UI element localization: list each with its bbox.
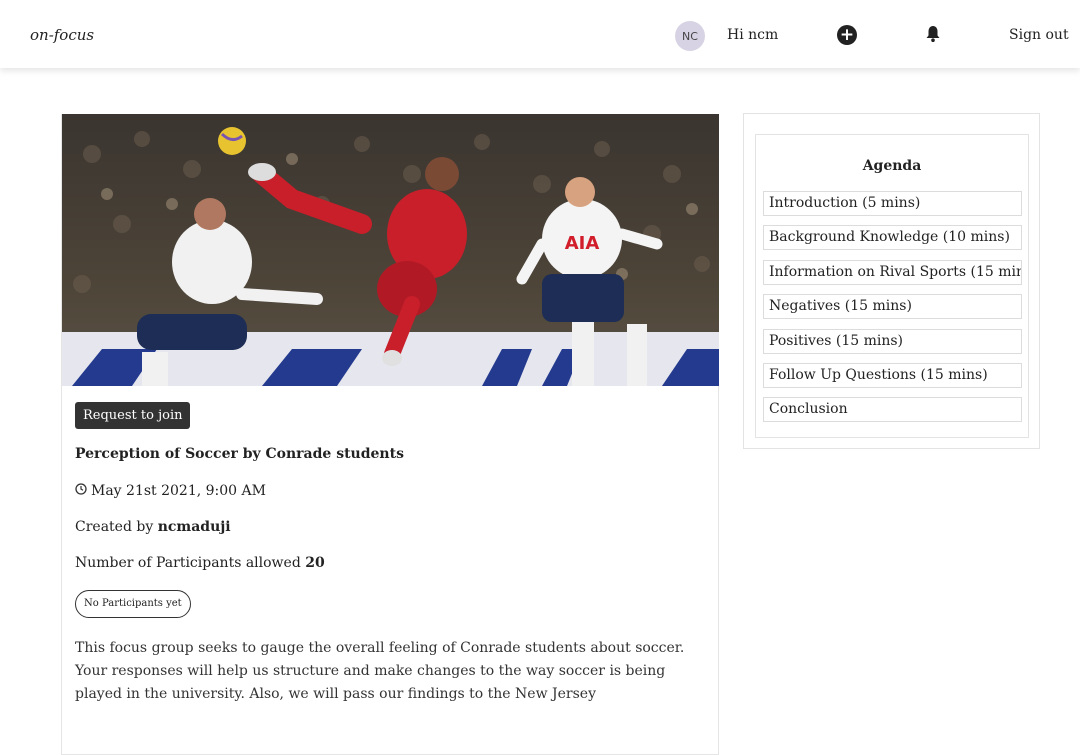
created-by-row: Created by ncmaduji	[75, 519, 231, 535]
top-navbar: on-focus NC Hi ncm + Sign out	[0, 0, 1080, 68]
plus-circle-icon[interactable]: +	[837, 25, 857, 45]
agenda-item: Background Knowledge (10 mins)	[763, 225, 1022, 251]
event-card: AIA Request to join Perception of Soccer…	[61, 114, 719, 755]
agenda-title: Agenda	[862, 158, 922, 174]
sign-out-link[interactable]: Sign out	[1009, 27, 1069, 43]
agenda-item: Negatives (15 mins)	[763, 294, 1022, 320]
participants-allowed-row: Number of Participants allowed 20	[75, 555, 325, 571]
participants-allowed-count: 20	[305, 555, 325, 571]
agenda-item: Introduction (5 mins)	[763, 191, 1022, 216]
brand-logo[interactable]: on-focus	[30, 26, 94, 44]
participants-status-badge: No Participants yet	[75, 590, 191, 618]
request-to-join-button[interactable]: Request to join	[75, 402, 191, 429]
event-date-row: May 21st 2021, 9:00 AM	[75, 483, 266, 499]
agenda-panel: Agenda Introduction (5 mins) Background …	[743, 113, 1040, 449]
creator-name[interactable]: ncmaduji	[158, 519, 231, 535]
event-title: Perception of Soccer by Conrade students	[75, 446, 404, 462]
greeting-text: Hi ncm	[727, 27, 779, 43]
event-description: This focus group seeks to gauge the over…	[75, 640, 685, 702]
agenda-item: Positives (15 mins)	[763, 328, 1022, 354]
agenda-item: Conclusion	[763, 397, 1022, 423]
event-hero-image: AIA	[62, 114, 719, 386]
agenda-list: Introduction (5 mins) Background Knowled…	[763, 191, 1022, 432]
agenda-box: Agenda Introduction (5 mins) Background …	[755, 134, 1029, 438]
event-date: May 21st 2021, 9:00 AM	[91, 483, 266, 499]
created-by-label: Created by	[75, 519, 154, 535]
clock-icon	[75, 483, 87, 499]
bell-icon[interactable]	[925, 25, 941, 43]
agenda-item: Information on Rival Sports (15 mins)	[763, 259, 1022, 285]
user-avatar[interactable]: NC	[675, 21, 705, 51]
svg-text:AIA: AIA	[565, 233, 600, 254]
participants-allowed-label: Number of Participants allowed	[75, 555, 301, 571]
agenda-item: Follow Up Questions (15 mins)	[763, 362, 1022, 388]
